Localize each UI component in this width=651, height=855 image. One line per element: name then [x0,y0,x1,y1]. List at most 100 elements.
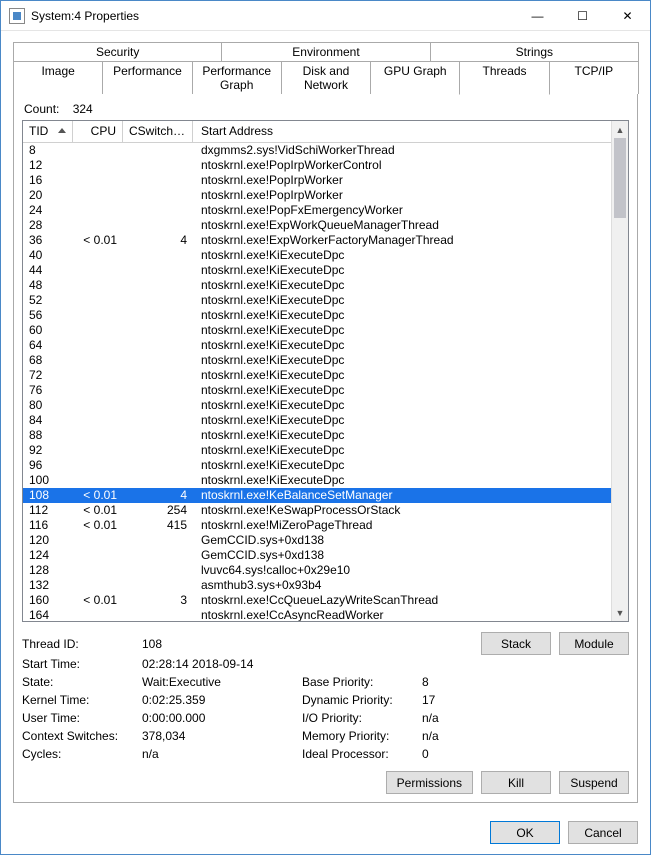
table-row[interactable]: 160< 0.013ntoskrnl.exe!CcQueueLazyWriteS… [23,593,611,608]
column-tid[interactable]: TID [23,121,73,142]
cell-tid: 116 [23,518,73,533]
cell-start-address: ntoskrnl.exe!KiExecuteDpc [193,278,611,293]
cell-start-address: ntoskrnl.exe!KiExecuteDpc [193,473,611,488]
table-row[interactable]: 56ntoskrnl.exe!KiExecuteDpc [23,308,611,323]
ok-button[interactable]: OK [490,821,560,844]
table-row[interactable]: 60ntoskrnl.exe!KiExecuteDpc [23,323,611,338]
table-row[interactable]: 12ntoskrnl.exe!PopIrpWorkerControl [23,158,611,173]
cell-start-address: ntoskrnl.exe!KiExecuteDpc [193,353,611,368]
table-row[interactable]: 44ntoskrnl.exe!KiExecuteDpc [23,263,611,278]
table-row[interactable]: 16ntoskrnl.exe!PopIrpWorker [23,173,611,188]
table-row[interactable]: 88ntoskrnl.exe!KiExecuteDpc [23,428,611,443]
table-row[interactable]: 28 ntoskrnl.exe!ExpWorkQueueManagerThread [23,218,611,233]
cell-cpu [73,368,123,383]
label-dynamic-priority: Dynamic Priority: [302,693,422,707]
value-kernel-time: 0:02:25.359 [142,693,302,707]
label-cycles: Cycles: [22,747,142,761]
suspend-button[interactable]: Suspend [559,771,629,794]
cell-cpu [73,218,123,233]
cell-tid: 160 [23,593,73,608]
tab-threads[interactable]: Threads [459,61,549,95]
cell-cpu [73,578,123,593]
label-start-time: Start Time: [22,657,142,671]
table-row[interactable]: 20ntoskrnl.exe!PopIrpWorker [23,188,611,203]
table-row[interactable]: 92ntoskrnl.exe!KiExecuteDpc [23,443,611,458]
table-row[interactable]: 116< 0.01415ntoskrnl.exe!MiZeroPageThrea… [23,518,611,533]
table-row[interactable]: 72ntoskrnl.exe!KiExecuteDpc [23,368,611,383]
table-row[interactable]: 100ntoskrnl.exe!KiExecuteDpc [23,473,611,488]
thread-list[interactable]: TID CPU CSwitch D... Start Address 8dxgm… [22,120,629,622]
tab-performance-graph[interactable]: Performance Graph [192,61,282,94]
tab-tcp-ip[interactable]: TCP/IP [549,61,639,94]
list-header[interactable]: TID CPU CSwitch D... Start Address [23,121,611,143]
cell-tid: 36 [23,233,73,248]
cell-cswitch [123,563,193,578]
cell-cpu: < 0.01 [73,518,123,533]
cell-cswitch [123,428,193,443]
tab-disk-and-network[interactable]: Disk and Network [281,61,371,94]
table-row[interactable]: 108< 0.014ntoskrnl.exe!KeBalanceSetManag… [23,488,611,503]
table-row[interactable]: 124GemCCID.sys+0xd138 [23,548,611,563]
cell-cswitch [123,473,193,488]
cell-cpu [73,248,123,263]
count-label: Count: [24,102,59,116]
value-thread-id: 108 [142,637,302,651]
value-start-time: 02:28:14 2018-09-14 [142,657,402,671]
tab-security[interactable]: Security [13,42,222,61]
cell-start-address: ntoskrnl.exe!ExpWorkQueueManagerThread [193,218,611,233]
minimize-button[interactable]: — [515,1,560,30]
cell-cswitch: 254 [123,503,193,518]
cell-tid: 20 [23,188,73,203]
table-row[interactable]: 76ntoskrnl.exe!KiExecuteDpc [23,383,611,398]
tab-strip: SecurityEnvironmentStrings ImagePerforma… [13,42,638,94]
cell-cpu [73,428,123,443]
vertical-scrollbar[interactable]: ▲ ▼ [611,121,628,621]
table-row[interactable]: 48ntoskrnl.exe!KiExecuteDpc [23,278,611,293]
table-row[interactable]: 96ntoskrnl.exe!KiExecuteDpc [23,458,611,473]
table-row[interactable]: 52ntoskrnl.exe!KiExecuteDpc [23,293,611,308]
cell-cswitch [123,368,193,383]
table-row[interactable]: 120GemCCID.sys+0xd138 [23,533,611,548]
permissions-button[interactable]: Permissions [386,771,473,794]
cell-tid: 92 [23,443,73,458]
scroll-up-icon[interactable]: ▲ [612,121,628,138]
table-row[interactable]: 68ntoskrnl.exe!KiExecuteDpc [23,353,611,368]
table-row[interactable]: 112< 0.01254ntoskrnl.exe!KeSwapProcessOr… [23,503,611,518]
table-row[interactable]: 164ntoskrnl.exe!CcAsyncReadWorker [23,608,611,621]
tab-gpu-graph[interactable]: GPU Graph [370,61,460,94]
titlebar[interactable]: System:4 Properties — ☐ ✕ [1,1,650,31]
table-row[interactable]: 80ntoskrnl.exe!KiExecuteDpc [23,398,611,413]
module-button[interactable]: Module [559,632,629,655]
maximize-button[interactable]: ☐ [560,1,605,30]
scroll-down-icon[interactable]: ▼ [612,604,628,621]
table-row[interactable]: 36< 0.014ntoskrnl.exe!ExpWorkerFactoryMa… [23,233,611,248]
column-cswitch[interactable]: CSwitch D... [123,121,193,142]
table-row[interactable]: 8dxgmms2.sys!VidSchiWorkerThread [23,143,611,158]
scroll-thumb[interactable] [614,138,626,218]
tab-performance[interactable]: Performance [102,61,192,94]
cell-cpu [73,443,123,458]
close-button[interactable]: ✕ [605,1,650,30]
table-row[interactable]: 24ntoskrnl.exe!PopFxEmergencyWorker [23,203,611,218]
cell-cswitch [123,398,193,413]
cancel-button[interactable]: Cancel [568,821,638,844]
cell-tid: 120 [23,533,73,548]
table-row[interactable]: 64ntoskrnl.exe!KiExecuteDpc [23,338,611,353]
tab-strings[interactable]: Strings [430,42,639,61]
column-cpu[interactable]: CPU [73,121,123,142]
cell-cpu [73,278,123,293]
label-kernel-time: Kernel Time: [22,693,142,707]
table-row[interactable]: 84ntoskrnl.exe!KiExecuteDpc [23,413,611,428]
cell-tid: 28 [23,218,73,233]
cell-start-address: ntoskrnl.exe!KiExecuteDpc [193,383,611,398]
kill-button[interactable]: Kill [481,771,551,794]
tab-image[interactable]: Image [13,61,103,94]
tab-environment[interactable]: Environment [221,42,430,61]
value-cycles: n/a [142,747,302,761]
column-start-address[interactable]: Start Address [193,121,611,142]
table-row[interactable]: 128lvuvc64.sys!calloc+0x29e10 [23,563,611,578]
stack-button[interactable]: Stack [481,632,551,655]
table-row[interactable]: 132asmthub3.sys+0x93b4 [23,578,611,593]
table-row[interactable]: 40ntoskrnl.exe!KiExecuteDpc [23,248,611,263]
scroll-track[interactable] [612,138,628,604]
